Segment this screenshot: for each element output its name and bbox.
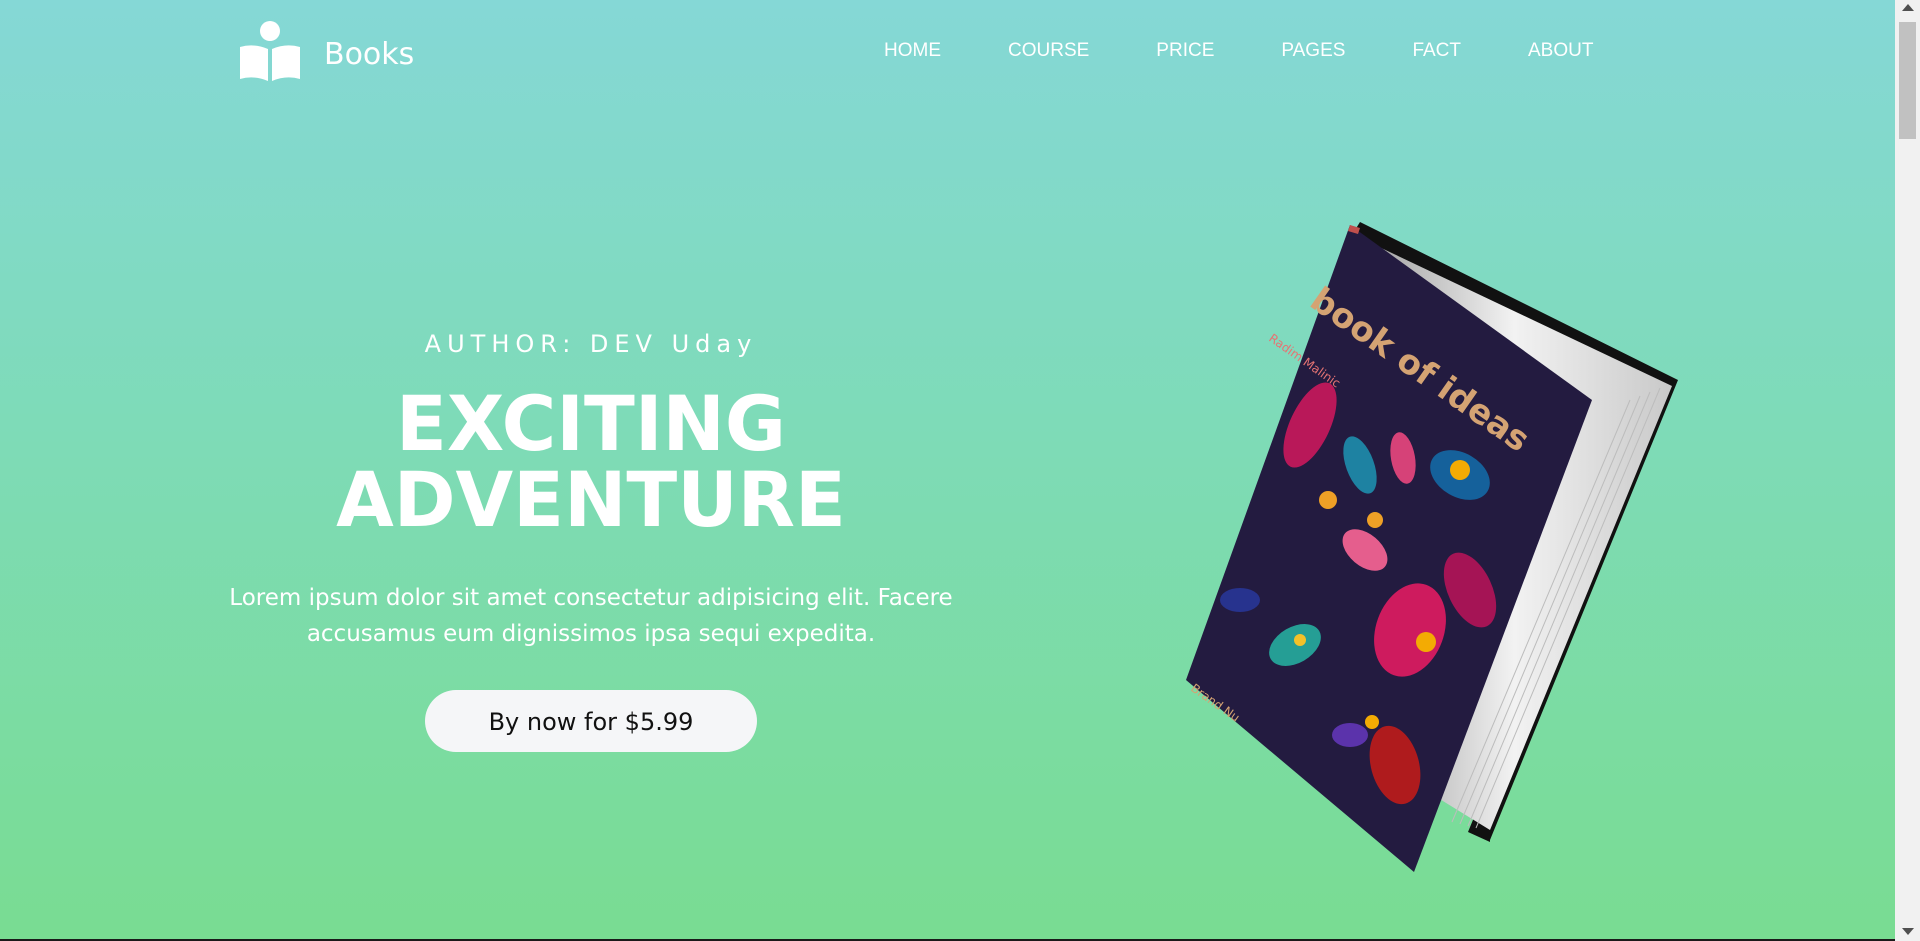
scroll-down-arrow-icon[interactable]	[1902, 928, 1914, 935]
scroll-up-arrow-icon[interactable]	[1902, 4, 1914, 11]
nav-course[interactable]: COURSE	[1008, 40, 1089, 62]
hero-description: Lorem ipsum dolor sit amet consectetur a…	[229, 585, 953, 647]
author-label: AUTHOR: DEV Uday	[424, 330, 758, 358]
main-nav: HOME COURSE PRICE PAGES FACT ABOUT	[884, 40, 1593, 62]
nav-home[interactable]: HOME	[884, 40, 941, 62]
hero-content: AUTHOR: DEV Uday EXCITING ADVENTURE Lore…	[160, 330, 1022, 752]
nav-price[interactable]: PRICE	[1156, 40, 1214, 62]
vertical-scrollbar[interactable]	[1895, 0, 1920, 941]
brand-name: Books	[324, 36, 415, 72]
hero-title: EXCITING ADVENTURE	[336, 379, 846, 544]
brand-logo[interactable]: Books	[238, 18, 414, 82]
open-book-reader-icon	[240, 21, 300, 81]
nav-pages[interactable]: PAGES	[1281, 40, 1345, 62]
buy-button[interactable]: By now for $5.99	[425, 690, 757, 752]
nav-fact[interactable]: FACT	[1412, 40, 1461, 62]
book-image: book of ideas Radim Malinic Brand Nu	[1186, 222, 1678, 872]
scroll-thumb[interactable]	[1899, 22, 1916, 139]
nav-about[interactable]: ABOUT	[1528, 40, 1593, 62]
hero-section: Books HOME COURSE PRICE PAGES FACT ABOUT…	[0, 0, 1895, 939]
